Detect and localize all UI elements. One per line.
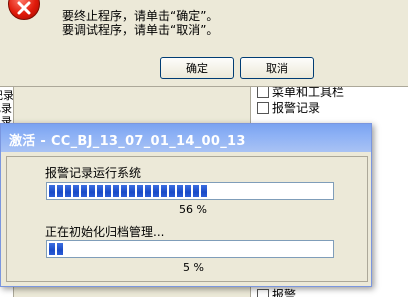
task-1-label: 报警记录运行系统 bbox=[45, 166, 142, 180]
progress-segment bbox=[201, 185, 207, 197]
progress-segment bbox=[137, 185, 143, 197]
error-dialog: 要终止程序，请单击“确定”。 要调试程序，请单击“取消”。 确定 取消 bbox=[0, 0, 408, 86]
cancel-button[interactable]: 取消 bbox=[240, 57, 314, 79]
task-2-label: 正在初始化归档管理... bbox=[45, 225, 165, 239]
right-item-alarm[interactable]: 报警 bbox=[257, 286, 296, 297]
task-2-progress-bar bbox=[46, 240, 334, 258]
right-item-label: 报警记录 bbox=[272, 101, 321, 115]
error-message-line-2: 要调试程序，请单击“取消”。 bbox=[62, 23, 219, 37]
progress-segment bbox=[57, 185, 63, 197]
progress-segment bbox=[65, 185, 71, 197]
progress-segment bbox=[193, 185, 199, 197]
task-1-progress-bar bbox=[46, 182, 334, 200]
progress-segment bbox=[145, 185, 151, 197]
progress-segment bbox=[57, 243, 63, 255]
task-2-progress-fill bbox=[49, 243, 331, 255]
task-1-progress-fill bbox=[49, 185, 331, 197]
progress-segment bbox=[113, 185, 119, 197]
progress-segment bbox=[161, 185, 167, 197]
error-message-line-1: 要终止程序，请单击“确定”。 bbox=[62, 9, 219, 23]
progress-segment bbox=[81, 185, 87, 197]
progress-group: 报警记录运行系统 56 % 正在初始化归档管理... 5 % bbox=[6, 156, 368, 282]
progress-segment bbox=[49, 243, 55, 255]
progress-segment bbox=[97, 185, 103, 197]
progress-segment bbox=[129, 185, 135, 197]
progress-segment bbox=[121, 185, 127, 197]
progress-segment bbox=[73, 185, 79, 197]
document-icon bbox=[257, 101, 269, 114]
progress-segment bbox=[89, 185, 95, 197]
document-icon bbox=[257, 288, 269, 297]
error-icon bbox=[8, 0, 40, 20]
progress-segment bbox=[49, 185, 55, 197]
right-item-label: 报警 bbox=[272, 288, 297, 297]
task-1-percent: 56 % bbox=[179, 203, 207, 216]
progress-segment bbox=[105, 185, 111, 197]
progress-segment bbox=[177, 185, 183, 197]
ok-button[interactable]: 确定 bbox=[160, 57, 234, 79]
right-item-alarm-log[interactable]: 报警记录 bbox=[257, 99, 320, 116]
title-bar[interactable]: 激活 - CC_BJ_13_07_01_14_00_13 bbox=[1, 124, 371, 152]
document-icon bbox=[257, 87, 269, 98]
x-mark-icon bbox=[17, 1, 31, 15]
progress-segment bbox=[169, 185, 175, 197]
activation-window: 激活 - CC_BJ_13_07_01_14_00_13 报警记录运行系统 56… bbox=[0, 123, 372, 287]
progress-segment bbox=[153, 185, 159, 197]
progress-segment bbox=[185, 185, 191, 197]
window-title: 激活 - CC_BJ_13_07_01_14_00_13 bbox=[9, 134, 246, 149]
task-2-percent: 5 % bbox=[183, 261, 204, 274]
